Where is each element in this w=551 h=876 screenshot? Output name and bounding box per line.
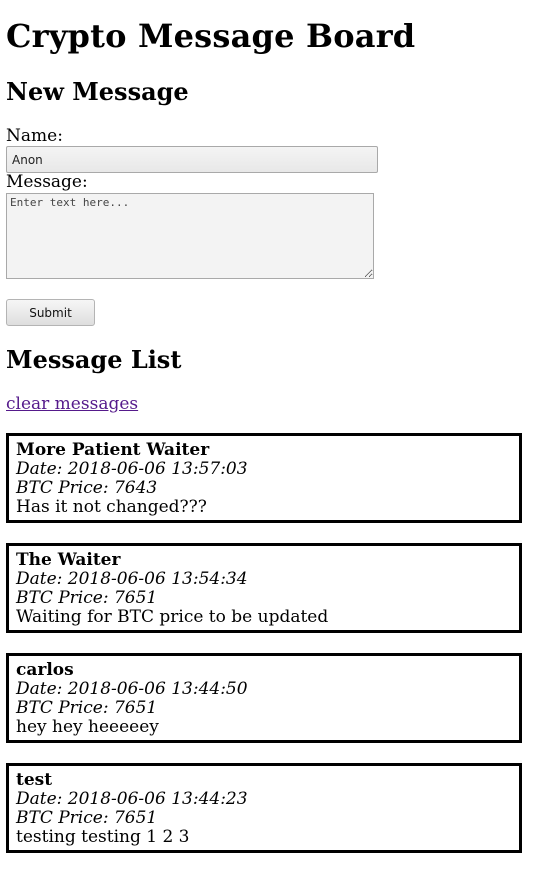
message-list-heading: Message List [6,345,182,374]
name-label: Name: [6,126,63,146]
message-btc-price: BTC Price: 7643 [16,478,158,498]
message-body: Has it not changed??? [16,497,207,517]
page-title: Crypto Message Board [6,17,416,55]
message-date: Date: 2018-06-06 13:44:50 [16,679,248,699]
message-author: test [16,770,53,790]
message-author: carlos [16,660,74,680]
message-body: hey hey heeeeey [16,717,159,737]
message-card: More Patient Waiter Date: 2018-06-06 13:… [6,433,522,523]
message-body: testing testing 1 2 3 [16,827,190,847]
message-btc-price: BTC Price: 7651 [16,808,158,828]
message-author: More Patient Waiter [16,440,210,460]
message-textarea[interactable] [6,193,374,279]
message-date: Date: 2018-06-06 13:44:23 [16,789,248,809]
message-label: Message: [6,172,88,192]
clear-messages-link[interactable]: clear messages [6,394,138,414]
name-input[interactable] [6,146,378,173]
message-btc-price: BTC Price: 7651 [16,588,158,608]
message-card: test Date: 2018-06-06 13:44:23 BTC Price… [6,763,522,853]
new-message-heading: New Message [6,77,189,106]
message-body: Waiting for BTC price to be updated [16,607,329,627]
submit-button[interactable]: Submit [6,299,95,326]
message-date: Date: 2018-06-06 13:57:03 [16,459,248,479]
message-author: The Waiter [16,550,121,570]
message-btc-price: BTC Price: 7651 [16,698,158,718]
message-date: Date: 2018-06-06 13:54:34 [16,569,248,589]
message-card: The Waiter Date: 2018-06-06 13:54:34 BTC… [6,543,522,633]
message-card: carlos Date: 2018-06-06 13:44:50 BTC Pri… [6,653,522,743]
